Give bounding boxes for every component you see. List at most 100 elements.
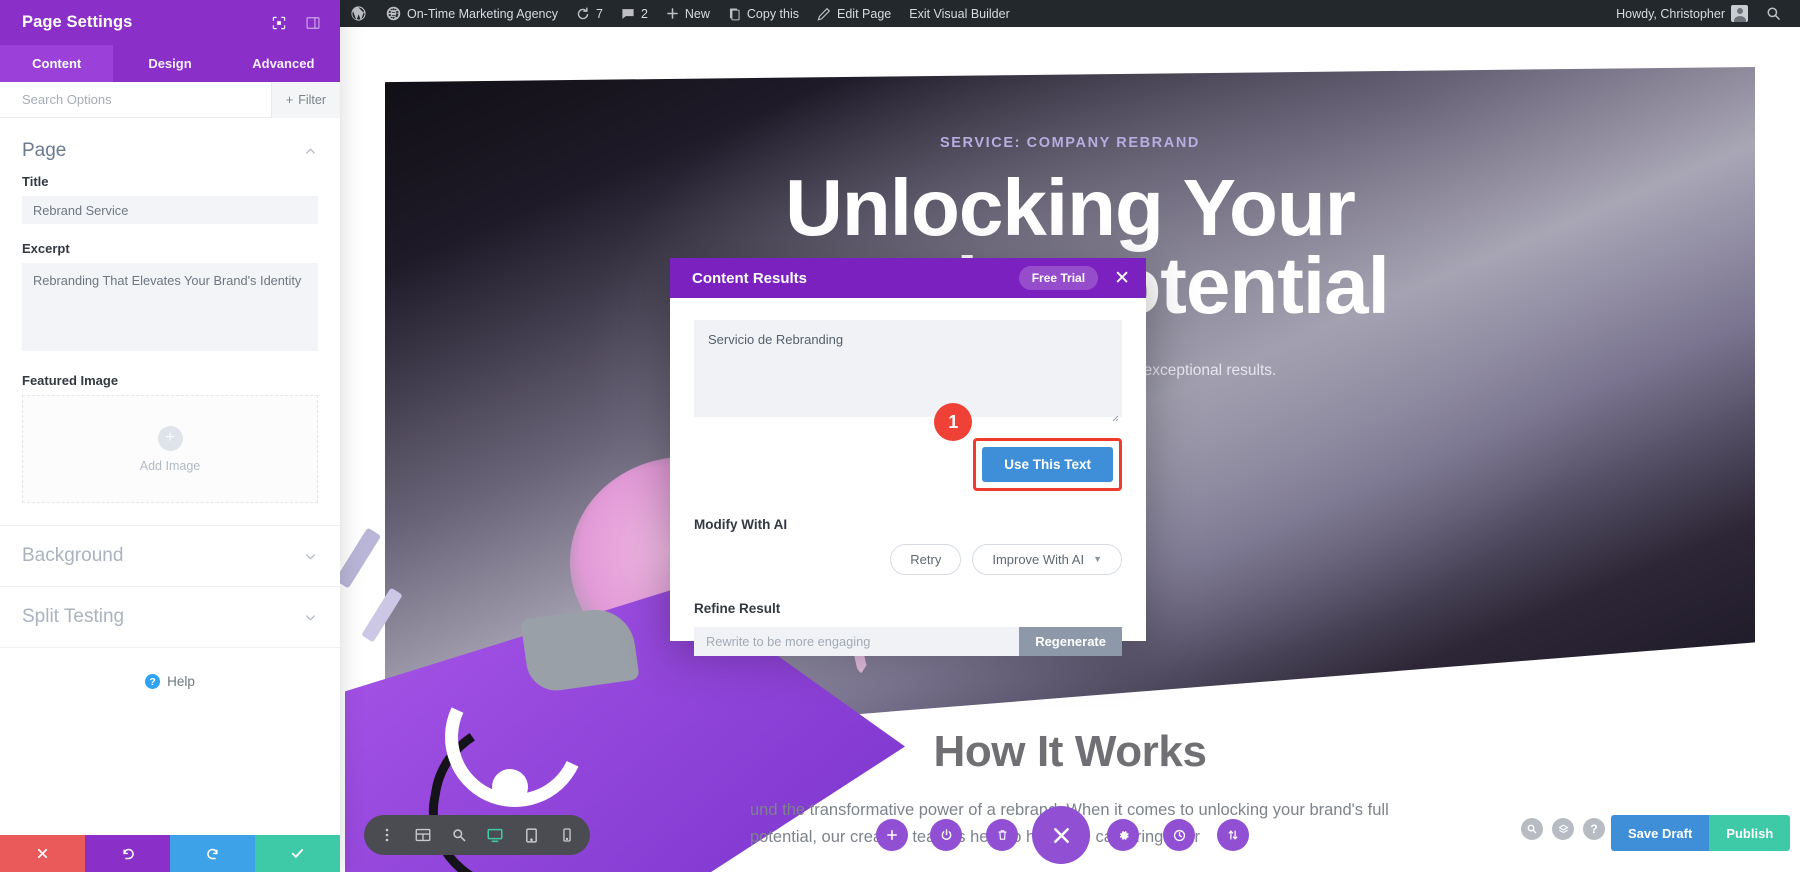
wireframe-icon[interactable]	[406, 818, 440, 852]
modal-header: Content Results Free Trial ✕	[670, 258, 1146, 298]
panel-header: Page Settings	[0, 0, 340, 45]
panel-body: Page Title Excerpt Featured Image + Add	[0, 118, 340, 835]
retry-button[interactable]: Retry	[890, 544, 962, 575]
new-content-label: New	[684, 6, 710, 21]
wordpress-logo-icon	[350, 5, 367, 22]
wordpress-logo-button[interactable]	[340, 0, 377, 27]
title-input[interactable]	[22, 196, 318, 224]
edit-page-label: Edit Page	[837, 6, 892, 21]
refine-input[interactable]	[694, 627, 1020, 656]
redo-button[interactable]	[170, 835, 255, 872]
site-name-button[interactable]: On-Time Marketing Agency	[377, 0, 567, 27]
close-menu-icon[interactable]	[1032, 806, 1090, 864]
search-icon[interactable]	[1521, 818, 1543, 840]
comments-button[interactable]: 2	[612, 0, 657, 27]
how-it-works-title: How It Works	[933, 727, 1207, 776]
excerpt-field-group: Excerpt	[0, 241, 340, 356]
filter-button[interactable]: + Filter	[270, 81, 340, 118]
add-image-dropzone[interactable]: + Add Image	[22, 395, 318, 503]
updates-icon	[576, 7, 590, 21]
phone-view-icon[interactable]	[550, 818, 584, 852]
excerpt-textarea[interactable]	[22, 263, 318, 351]
exit-visual-builder-button[interactable]: Exit Visual Builder	[900, 0, 1019, 27]
search-icon	[1766, 6, 1781, 21]
modal-body: 1 Use This Text Modify With AI Retry Imp…	[670, 298, 1146, 656]
help-button[interactable]: ? Help	[0, 648, 340, 715]
power-toggle-icon[interactable]	[930, 819, 962, 851]
howdy-label: Howdy, Christopher	[1616, 6, 1725, 21]
excerpt-label: Excerpt	[22, 241, 70, 256]
comments-icon	[621, 7, 635, 21]
history-clock-icon[interactable]	[1163, 819, 1195, 851]
pencil-icon	[817, 7, 831, 21]
group-page-title: Page	[22, 140, 67, 161]
title-label: Title	[22, 174, 49, 189]
improve-with-ai-button[interactable]: Improve With AI ▼	[972, 544, 1122, 575]
copy-this-label: Copy this	[746, 6, 800, 21]
free-trial-badge[interactable]: Free Trial	[1018, 266, 1099, 290]
new-content-button[interactable]: New	[657, 0, 719, 27]
app-root: SERVICE: COMPANY REBRAND Unlocking Your …	[0, 0, 1800, 872]
sort-arrows-icon[interactable]	[1217, 819, 1249, 851]
hero-eyebrow: SERVICE: COMPANY REBRAND	[940, 135, 1200, 151]
add-section-icon[interactable]	[876, 819, 908, 851]
account-menu-button[interactable]: Howdy, Christopher	[1607, 0, 1757, 27]
site-icon	[386, 6, 401, 21]
group-background-header[interactable]: Background	[0, 526, 340, 587]
content-results-modal: Content Results Free Trial ✕ 1 Use This …	[670, 258, 1146, 656]
panel-search-row: + Filter	[0, 81, 340, 118]
screen-options-icon[interactable]	[270, 14, 288, 32]
plus-icon: +	[285, 92, 294, 107]
chevron-up-icon	[303, 144, 318, 159]
save-draft-button[interactable]: Save Draft	[1611, 815, 1710, 851]
wp-admin-bar: On-Time Marketing Agency 7 2 New Copy th…	[340, 0, 1800, 27]
desktop-view-icon[interactable]	[478, 818, 512, 852]
comments-count: 2	[640, 6, 648, 21]
publish-button-group: Save Draft Publish	[1611, 815, 1791, 851]
featured-image-label: Featured Image	[22, 373, 119, 388]
exit-visual-builder-label: Exit Visual Builder	[909, 6, 1010, 21]
plus-icon	[666, 7, 679, 20]
page-title: Page Settings	[22, 13, 133, 31]
step-badge-1: 1	[934, 403, 973, 441]
tab-advanced[interactable]: Advanced	[227, 45, 340, 82]
zoom-out-icon[interactable]	[442, 818, 476, 852]
panel-layout-icon[interactable]	[304, 14, 322, 32]
settings-gear-icon[interactable]	[1107, 819, 1139, 851]
copy-this-button[interactable]: Copy this	[719, 0, 808, 27]
panel-action-bar	[0, 835, 340, 872]
more-options-icon[interactable]	[370, 818, 404, 852]
tab-design[interactable]: Design	[113, 45, 226, 82]
decorative-bar-one	[340, 527, 382, 589]
group-split-testing-header[interactable]: Split Testing	[0, 587, 340, 648]
chevron-down-icon	[303, 610, 318, 625]
tab-content[interactable]: Content	[0, 45, 114, 82]
search-input[interactable]	[22, 92, 271, 107]
result-textarea[interactable]	[694, 320, 1122, 417]
close-icon[interactable]: ✕	[1112, 269, 1132, 288]
group-split-testing-title: Split Testing	[22, 606, 125, 627]
help-icon: ?	[145, 674, 161, 689]
site-name-label: On-Time Marketing Agency	[407, 6, 558, 21]
trash-icon[interactable]	[986, 819, 1018, 851]
plus-icon: +	[157, 425, 183, 451]
featured-image-group: Featured Image + Add Image	[0, 373, 340, 503]
admin-search-button[interactable]	[1757, 0, 1790, 27]
help-icon[interactable]: ?	[1583, 818, 1605, 840]
group-page-header[interactable]: Page	[0, 118, 340, 174]
regenerate-button[interactable]: Regenerate	[1019, 627, 1122, 656]
publish-button[interactable]: Publish	[1709, 815, 1791, 851]
edit-page-button[interactable]: Edit Page	[808, 0, 900, 27]
updates-button[interactable]: 7	[567, 0, 612, 27]
improve-with-ai-label: Improve With AI	[992, 552, 1085, 567]
retry-label: Retry	[910, 552, 942, 567]
modal-title: Content Results	[692, 269, 808, 287]
modify-actions-row: Retry Improve With AI ▼	[694, 544, 1122, 575]
undo-button[interactable]	[85, 835, 170, 872]
save-button[interactable]	[255, 835, 340, 872]
layers-icon[interactable]	[1552, 818, 1574, 840]
tablet-view-icon[interactable]	[514, 818, 548, 852]
use-this-text-button[interactable]: Use This Text	[982, 447, 1113, 482]
add-image-label: Add Image	[139, 458, 201, 473]
discard-changes-button[interactable]	[0, 835, 85, 872]
